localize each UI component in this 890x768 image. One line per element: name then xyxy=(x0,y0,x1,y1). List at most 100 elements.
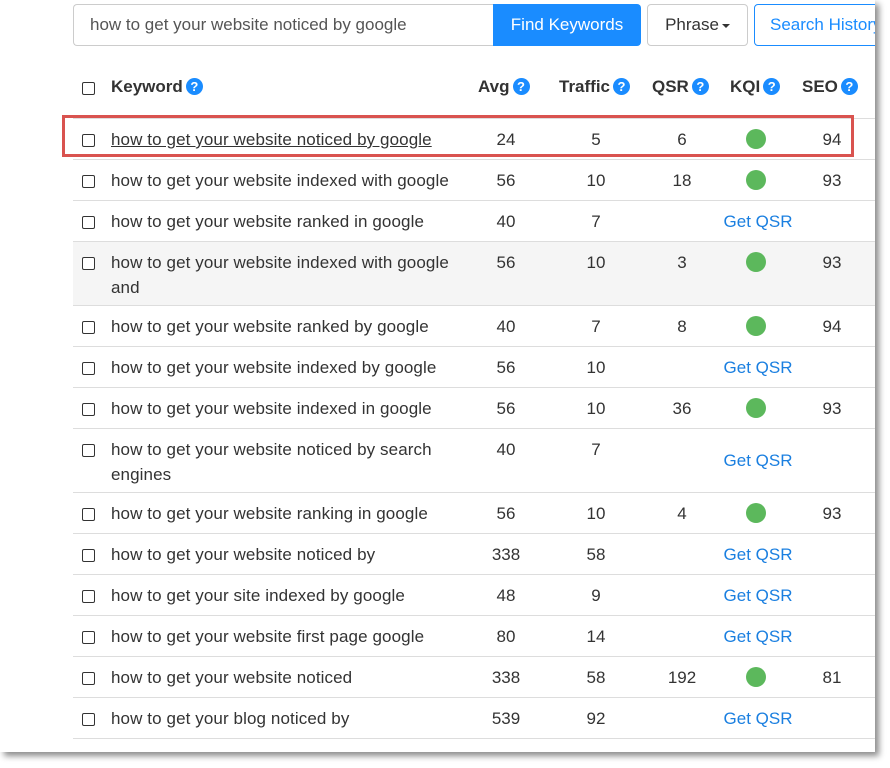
keyword-text[interactable]: how to get your website ranked in google xyxy=(111,209,466,234)
row-checkbox[interactable] xyxy=(82,549,95,562)
get-qsr-link[interactable]: Get QSR xyxy=(718,448,798,473)
avg-value: 48 xyxy=(496,586,516,605)
search-bar: Find Keywords Phrase Search History xyxy=(73,4,875,46)
header-avg: Avg? xyxy=(478,77,530,97)
select-all-checkbox[interactable] xyxy=(82,82,95,95)
qsr-value: 18 xyxy=(672,171,692,190)
get-qsr-link[interactable]: Get QSR xyxy=(718,355,798,380)
help-icon[interactable]: ? xyxy=(840,78,858,95)
table-row: how to get your website noticed by googl… xyxy=(73,119,875,160)
table-row: how to get your site indexed by google 48… xyxy=(73,575,875,616)
kqi-status-icon xyxy=(746,667,766,687)
header-kqi: KQI? xyxy=(730,77,781,97)
row-checkbox[interactable] xyxy=(82,713,95,726)
avg-value: 40 xyxy=(496,317,516,336)
header-qsr: QSR? xyxy=(652,77,709,97)
header-qsr-label: QSR xyxy=(652,77,689,96)
table-row: how to get your website indexed with goo… xyxy=(73,242,875,306)
row-checkbox[interactable] xyxy=(82,631,95,644)
keyword-text[interactable]: how to get your site indexed by google xyxy=(111,583,466,608)
seo-value: 93 xyxy=(822,253,842,272)
kqi-status-icon xyxy=(746,398,766,418)
seo-value: 93 xyxy=(822,399,842,418)
table-row: how to get your website first page googl… xyxy=(73,616,875,657)
traffic-value: 10 xyxy=(586,504,606,523)
row-checkbox[interactable] xyxy=(82,444,95,457)
qsr-value: 6 xyxy=(677,130,687,149)
help-icon[interactable]: ? xyxy=(691,78,709,95)
get-qsr-link[interactable]: Get QSR xyxy=(718,209,798,234)
help-icon[interactable]: ? xyxy=(763,78,781,95)
avg-value: 338 xyxy=(491,545,521,564)
header-traffic-label: Traffic xyxy=(559,77,611,96)
traffic-value: 7 xyxy=(591,317,601,336)
get-qsr-link[interactable]: Get QSR xyxy=(718,624,798,649)
table-row: how to get your website ranked in google… xyxy=(73,201,875,242)
traffic-value: 58 xyxy=(586,545,606,564)
avg-value: 40 xyxy=(496,212,516,231)
row-checkbox[interactable] xyxy=(82,362,95,375)
avg-value: 56 xyxy=(496,253,516,272)
keyword-text[interactable]: how to get your website noticed by xyxy=(111,542,466,567)
keyword-search-input[interactable] xyxy=(73,4,493,46)
get-qsr-link[interactable]: Get QSR xyxy=(718,706,798,731)
header-seo: SEO? xyxy=(802,77,858,97)
keyword-text[interactable]: how to get your website first page googl… xyxy=(111,624,466,649)
row-checkbox[interactable] xyxy=(82,672,95,685)
avg-value: 539 xyxy=(491,709,521,728)
qsr-value: 36 xyxy=(672,399,692,418)
keyword-text[interactable]: how to get your blog noticed by xyxy=(111,706,466,731)
caret-down-icon xyxy=(721,23,730,28)
help-icon[interactable]: ? xyxy=(512,78,530,95)
kqi-status-icon xyxy=(746,316,766,336)
header-kqi-label: KQI xyxy=(730,77,761,96)
table-row: how to get your website noticed by searc… xyxy=(73,429,875,493)
keyword-text[interactable]: how to get your website indexed by googl… xyxy=(111,355,466,380)
traffic-value: 5 xyxy=(591,130,601,149)
table-row: how to get your website ranked by google… xyxy=(73,306,875,347)
avg-value: 56 xyxy=(496,171,516,190)
qsr-value: 8 xyxy=(677,317,687,336)
header-avg-label: Avg xyxy=(478,77,510,96)
row-checkbox[interactable] xyxy=(82,321,95,334)
find-keywords-button[interactable]: Find Keywords xyxy=(493,4,641,46)
header-keyword: Keyword? xyxy=(111,77,203,97)
keyword-text[interactable]: how to get your website noticed xyxy=(111,665,466,690)
seo-value: 93 xyxy=(822,504,842,523)
keyword-text[interactable]: how to get your website noticed by googl… xyxy=(111,127,466,152)
header-keyword-label: Keyword xyxy=(111,77,183,96)
phrase-dropdown-button[interactable]: Phrase xyxy=(647,4,748,46)
keyword-text[interactable]: how to get your website indexed with goo… xyxy=(111,168,466,193)
traffic-value: 10 xyxy=(586,399,606,418)
row-checkbox[interactable] xyxy=(82,257,95,270)
traffic-value: 7 xyxy=(591,440,601,459)
row-checkbox[interactable] xyxy=(82,175,95,188)
row-checkbox[interactable] xyxy=(82,590,95,603)
table-row: how to get your website indexed with goo… xyxy=(73,160,875,201)
table-row: how to get your website indexed by googl… xyxy=(73,347,875,388)
avg-value: 56 xyxy=(496,399,516,418)
table-header: Keyword? Avg? Traffic? QSR? KQI? SEO? xyxy=(73,66,875,119)
search-history-button[interactable]: Search History xyxy=(754,4,875,46)
keyword-text[interactable]: how to get your website indexed with goo… xyxy=(111,250,466,300)
traffic-value: 9 xyxy=(591,586,601,605)
get-qsr-link[interactable]: Get QSR xyxy=(718,542,798,567)
traffic-value: 10 xyxy=(586,253,606,272)
traffic-value: 14 xyxy=(586,627,606,646)
table-row: how to get your website ranking in googl… xyxy=(73,493,875,534)
help-icon[interactable]: ? xyxy=(613,78,631,95)
row-checkbox[interactable] xyxy=(82,508,95,521)
table-row: how to get your website noticed 338 58 192 8… xyxy=(73,657,875,698)
help-icon[interactable]: ? xyxy=(185,78,203,95)
row-checkbox[interactable] xyxy=(82,134,95,147)
row-checkbox[interactable] xyxy=(82,216,95,229)
row-checkbox[interactable] xyxy=(82,403,95,416)
get-qsr-link[interactable]: Get QSR xyxy=(718,583,798,608)
keyword-text[interactable]: how to get your website ranked by google xyxy=(111,314,466,339)
keyword-text[interactable]: how to get your website ranking in googl… xyxy=(111,501,466,526)
avg-value: 338 xyxy=(491,668,521,687)
table-body: how to get your website noticed by googl… xyxy=(73,119,875,739)
keyword-text[interactable]: how to get your website noticed by searc… xyxy=(111,437,466,487)
kqi-status-icon xyxy=(746,252,766,272)
keyword-text[interactable]: how to get your website indexed in googl… xyxy=(111,396,466,421)
